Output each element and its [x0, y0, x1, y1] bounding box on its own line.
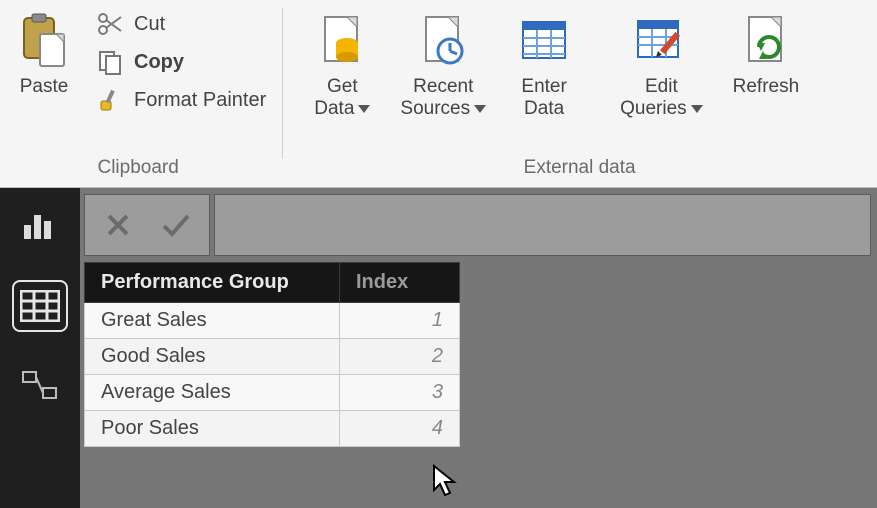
view-switcher [0, 188, 80, 508]
report-view-button[interactable] [18, 206, 62, 246]
refresh-label: Refresh [733, 76, 800, 98]
chevron-down-icon [474, 98, 486, 120]
cell-name[interactable]: Poor Sales [85, 411, 340, 447]
cell-name[interactable]: Good Sales [85, 339, 340, 375]
cut-label: Cut [134, 13, 165, 36]
recent-sources-button[interactable]: Recent Sources [388, 4, 498, 122]
model-view-button[interactable] [18, 366, 62, 406]
column-header-index[interactable]: Index [340, 263, 460, 303]
chevron-down-icon [358, 98, 370, 120]
ribbon-group-external-data: Get Data Recent Sources [282, 0, 877, 187]
scissors-icon [96, 10, 124, 38]
work-area: Performance Group Index Great Sales 1 Go… [0, 188, 877, 508]
recent-sources-icon [415, 10, 471, 72]
formula-bar [80, 188, 877, 262]
copy-button[interactable]: Copy [90, 46, 272, 78]
format-painter-button[interactable]: Format Painter [90, 84, 272, 116]
edit-queries-button[interactable]: Edit Queries [608, 4, 715, 122]
paste-icon [16, 10, 72, 72]
cell-name[interactable]: Great Sales [85, 303, 340, 339]
data-view-button[interactable] [18, 286, 62, 326]
column-header-performance-group[interactable]: Performance Group [85, 263, 340, 303]
cell-index[interactable]: 2 [340, 339, 460, 375]
ribbon-group-clipboard: Paste Cut [0, 0, 282, 187]
table-row[interactable]: Poor Sales 4 [85, 411, 460, 447]
cell-name[interactable]: Average Sales [85, 375, 340, 411]
paste-button[interactable]: Paste [4, 4, 84, 100]
refresh-button[interactable]: Refresh [721, 4, 812, 100]
clipboard-group-label: Clipboard [4, 153, 272, 185]
cell-index[interactable]: 4 [340, 411, 460, 447]
recent-sources-label: Recent Sources [400, 76, 473, 119]
chevron-down-icon [691, 98, 703, 120]
enter-data-button[interactable]: Enter Data [504, 4, 584, 122]
table-row[interactable]: Good Sales 2 [85, 339, 460, 375]
external-data-group-label: External data [292, 153, 867, 185]
canvas: Performance Group Index Great Sales 1 Go… [80, 188, 877, 508]
get-data-icon [314, 10, 370, 72]
ribbon: Paste Cut [0, 0, 877, 188]
enter-data-label: Enter Data [521, 76, 566, 120]
edit-queries-label: Edit Queries [620, 76, 687, 119]
cell-index[interactable]: 3 [340, 375, 460, 411]
data-table: Performance Group Index Great Sales 1 Go… [84, 262, 460, 447]
formula-input[interactable] [214, 194, 871, 256]
copy-icon [96, 48, 124, 76]
enter-data-icon [516, 10, 572, 72]
cell-index[interactable]: 1 [340, 303, 460, 339]
copy-label: Copy [134, 51, 184, 74]
commit-formula-button[interactable] [161, 210, 191, 240]
get-data-button[interactable]: Get Data [302, 4, 382, 122]
format-painter-label: Format Painter [134, 89, 266, 112]
refresh-icon [738, 10, 794, 72]
paintbrush-icon [96, 86, 124, 114]
cancel-formula-button[interactable] [103, 210, 133, 240]
table-row[interactable]: Great Sales 1 [85, 303, 460, 339]
cut-button[interactable]: Cut [90, 8, 272, 40]
get-data-label: Get Data [314, 76, 357, 119]
edit-queries-icon [633, 10, 689, 72]
table-row[interactable]: Average Sales 3 [85, 375, 460, 411]
paste-label: Paste [20, 76, 69, 98]
